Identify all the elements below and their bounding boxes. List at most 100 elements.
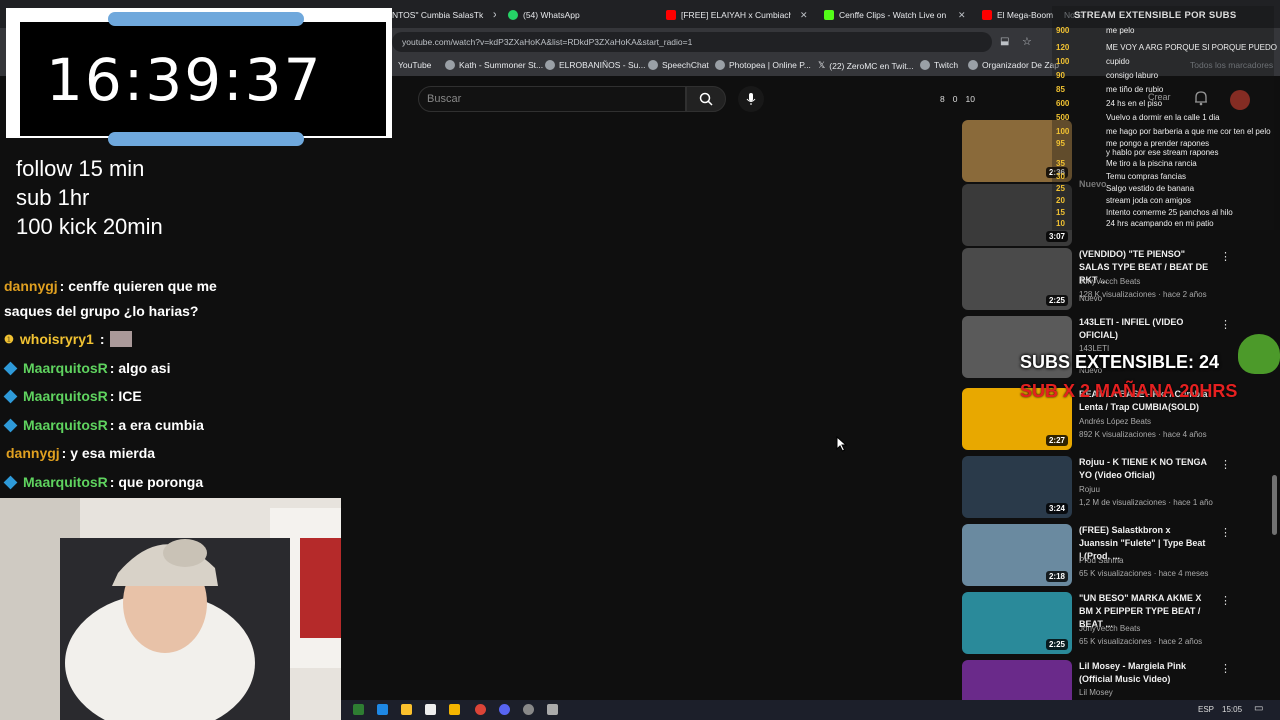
list-item[interactable]: 2:25 (VENDIDO) "TE PIENSO" SALAS TYPE BE… <box>962 248 1262 314</box>
video-thumbnail[interactable]: 2:18 <box>962 524 1072 586</box>
app-icon[interactable] <box>353 704 364 715</box>
language-indicator[interactable]: ESP <box>1198 705 1214 714</box>
subs-goal-row: 90 consigo laburo <box>1056 71 1158 80</box>
video-channel[interactable]: Prod Sanma <box>1079 556 1123 565</box>
chat-username: dannygj <box>4 278 58 294</box>
subs-amount: 85 <box>1056 85 1065 94</box>
video-meta: 65 K visualizaciones · hace 4 meses <box>1079 569 1209 578</box>
discord-icon[interactable] <box>499 704 510 715</box>
subs-amount: 120 <box>1056 43 1070 52</box>
more-options-icon[interactable]: ⋮ <box>1220 458 1231 471</box>
browser-tab[interactable]: El Mega-Boom <box>982 4 1062 26</box>
bookmark-item[interactable]: SpeechChat <box>648 60 709 70</box>
bookmark-item[interactable]: ELROBANIÑOS - Su... <box>545 60 645 70</box>
voice-search-button[interactable] <box>738 86 764 112</box>
bookmark-item[interactable]: 𝕏 (22) ZeroMC en Twit... <box>818 60 914 71</box>
subs-goal-text: Salgo vestido de banana <box>1106 184 1195 193</box>
chat-text: : que poronga <box>109 474 204 490</box>
browser-tab[interactable]: (54) WhatsApp ✕ <box>508 4 658 26</box>
list-item[interactable]: 2:25 "UN BESO" MARKA AKME X BM X PEIPPER… <box>962 592 1262 658</box>
subs-amount <box>1056 148 1100 157</box>
list-item[interactable]: 2:18 (FREE) Salastkbron x Juanssin "Fule… <box>962 524 1262 590</box>
subs-goal-text: Temu compras fancias <box>1106 172 1187 181</box>
chrome-icon[interactable] <box>475 704 486 715</box>
bookmark-item[interactable]: Twitch <box>920 60 958 70</box>
more-options-icon[interactable]: ⋮ <box>1220 250 1231 263</box>
search-input[interactable]: Buscar <box>418 86 686 112</box>
notification-icon[interactable]: ▭ <box>1254 703 1263 714</box>
video-title[interactable]: Lil Mosey - Margiela Pink (Official Musi… <box>1079 660 1209 686</box>
rule-line: 100 kick 20min <box>16 214 163 239</box>
bookmark-item[interactable]: YouTube <box>398 60 431 70</box>
subs-amount: 900 <box>1056 26 1070 35</box>
more-options-icon[interactable]: ⋮ <box>1220 662 1231 675</box>
bookmark-label: Twitch <box>934 60 959 70</box>
chat-text: : ICE <box>109 388 142 404</box>
system-clock[interactable]: 15:05 <box>1222 705 1242 714</box>
install-icon[interactable]: ⬓ <box>1000 36 1009 47</box>
pepe-emote-icon <box>1238 334 1280 374</box>
search-icon <box>699 92 713 106</box>
obs-icon[interactable] <box>523 704 534 715</box>
subs-goal-text: me pelo <box>1106 26 1135 35</box>
browser-tab[interactable]: Cenffe Clips - Watch Live on Ki ✕ <box>824 4 974 26</box>
subs-goal-row: 100 me hago por barberia a que me cor ten… <box>1056 127 1271 136</box>
video-channel[interactable]: Rojuu <box>1079 485 1100 494</box>
chat-text: : a era cumbia <box>109 417 204 433</box>
folder-icon[interactable] <box>449 704 460 715</box>
video-channel[interactable]: JonyVecch Beats <box>1079 624 1140 633</box>
subs-goal-row: 95 me pongo a prender rapones <box>1056 139 1209 148</box>
video-thumbnail[interactable]: 2:25 <box>962 592 1072 654</box>
streamer-webcam-image <box>0 498 341 720</box>
app-icon[interactable] <box>401 704 412 715</box>
subs-goal-text: 24 hs en el piso <box>1106 99 1163 108</box>
app-icon[interactable] <box>377 704 388 715</box>
tab-title: NTOS" Cumbia SalasTk <box>392 10 484 20</box>
browser-tab[interactable]: [FREE] ELAIYAH x Cumbiacha T ✕ <box>666 4 816 26</box>
subs-goal-row: 500 Vuelvo a dormir en la calle 1 dia <box>1056 113 1220 122</box>
video-duration: 3:24 <box>1045 503 1068 514</box>
bookmark-item[interactable]: Organizador De Zap <box>968 60 1059 70</box>
chat-username: MaarquitosR <box>23 360 108 376</box>
close-icon[interactable]: ✕ <box>492 10 496 21</box>
list-item[interactable]: 3:24 Rojuu - K TIENE K NO TENGA YO (Vide… <box>962 456 1262 522</box>
app-icon[interactable] <box>547 704 558 715</box>
subs-goal-row: 35 Me tiro a la piscina rancia <box>1056 159 1197 168</box>
subs-goal-row: 20 stream joda con amigos <box>1056 196 1191 205</box>
more-options-icon[interactable]: ⋮ <box>1220 318 1231 331</box>
bookmark-item[interactable]: Photopea | Online P... <box>715 60 811 70</box>
close-icon[interactable]: ✕ <box>958 10 966 21</box>
more-options-icon[interactable]: ⋮ <box>1220 594 1231 607</box>
address-bar[interactable]: youtube.com/watch?v=kdP3ZXaHoKA&list=RDk… <box>392 32 992 52</box>
video-thumbnail[interactable]: 2:25 <box>962 248 1072 310</box>
bookmark-label: YouTube <box>398 60 432 70</box>
bookmark-item[interactable]: Kath - Summoner St... <box>445 60 543 70</box>
more-options-icon[interactable]: ⋮ <box>1220 526 1231 539</box>
video-channel[interactable]: JonyVecch Beats <box>1079 277 1140 286</box>
video-thumbnail[interactable]: 3:24 <box>962 456 1072 518</box>
subs-amount: 90 <box>1056 71 1065 80</box>
tab-title: El Mega-Boom <box>997 10 1054 20</box>
chat-message: saques del grupo ¿lo harias? <box>4 303 198 319</box>
video-channel[interactable]: Lil Mosey <box>1079 688 1113 697</box>
subs-goal-text: me pongo a prender rapones <box>1106 139 1210 148</box>
search-button[interactable] <box>686 86 726 112</box>
video-channel[interactable]: Andrés López Beats <box>1079 417 1151 426</box>
chat-message: dannygj: cenffe quieren que me <box>4 278 217 294</box>
bookmark-star-icon[interactable]: ☆ <box>1022 35 1032 48</box>
bookmark-label: Photopea | Online P... <box>729 60 811 70</box>
close-icon[interactable]: ✕ <box>800 10 808 21</box>
list-item[interactable]: Lil Mosey - Margiela Pink (Official Musi… <box>962 660 1262 720</box>
video-title[interactable]: Rojuu - K TIENE K NO TENGA YO (Video Ofi… <box>1079 456 1209 482</box>
video-duration: 2:27 <box>1045 435 1068 446</box>
browser-tab[interactable]: NTOS" Cumbia SalasTk ✕ <box>392 4 496 26</box>
subs-goal-row: 30 Temu compras fancias <box>1056 172 1186 181</box>
video-meta: 128 K visualizaciones · hace 2 años <box>1079 290 1207 299</box>
video-meta: 892 K visualizaciones · hace 4 años <box>1079 430 1207 439</box>
video-duration: 2:25 <box>1045 295 1068 306</box>
app-icon[interactable] <box>425 704 436 715</box>
video-title[interactable]: 143LETI - INFIEL (VIDEO OFICIAL) <box>1079 316 1209 342</box>
scrollbar[interactable] <box>1272 475 1277 535</box>
subs-amount: 25 <box>1056 184 1065 193</box>
subs-goal-text: me tiño de rubio <box>1106 85 1164 94</box>
